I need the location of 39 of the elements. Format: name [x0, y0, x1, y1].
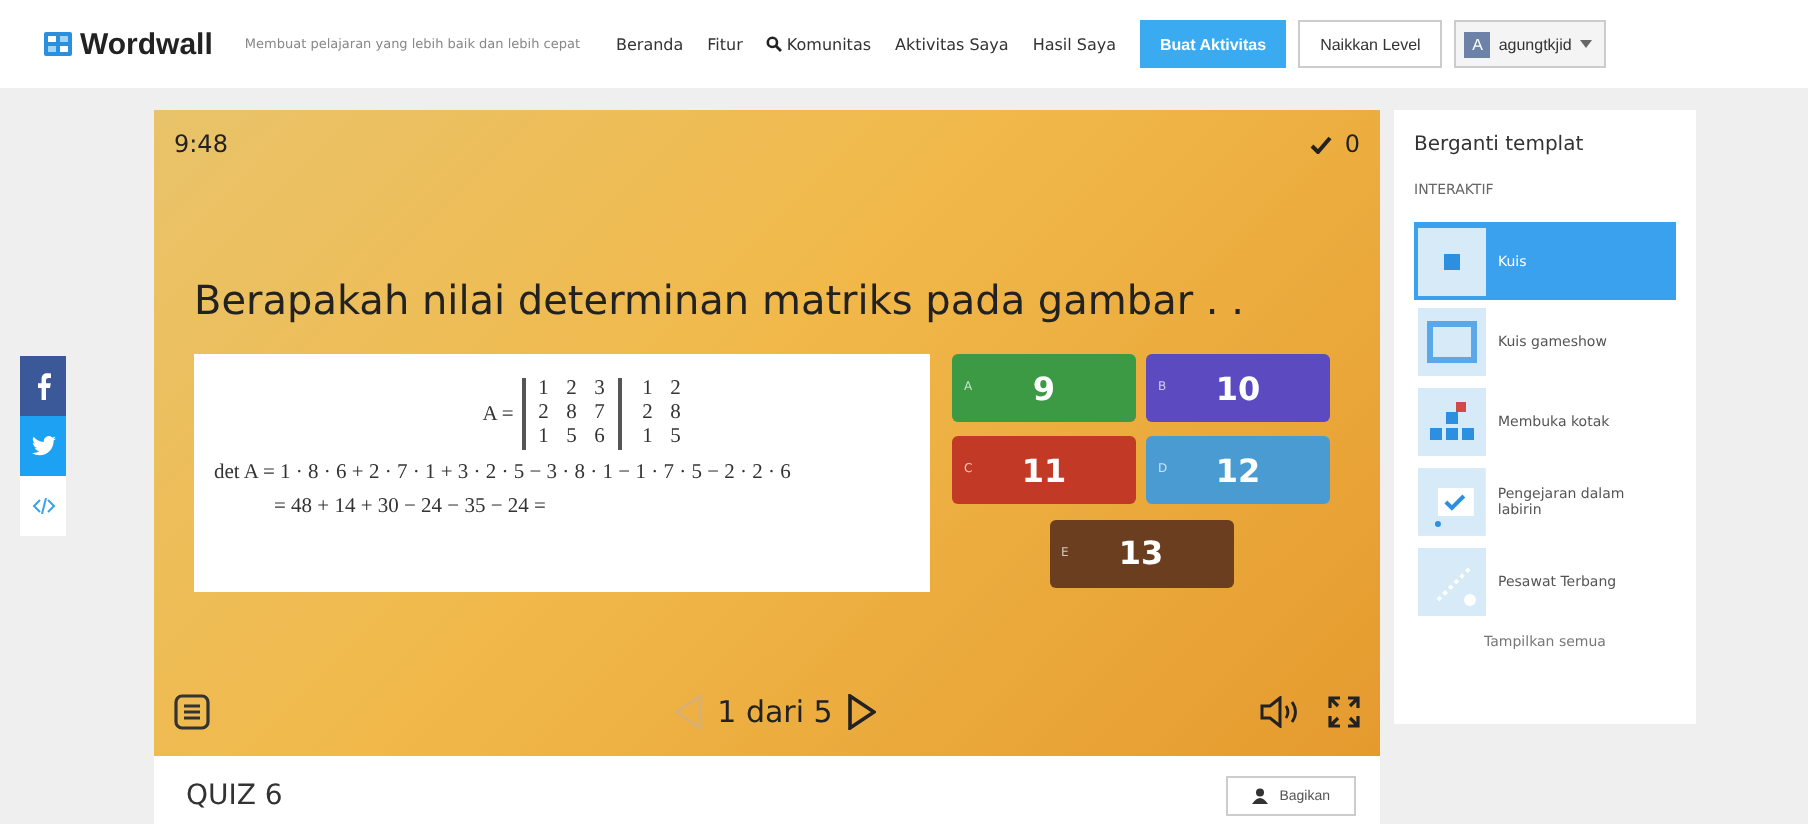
score: 0 [1310, 130, 1360, 158]
next-icon[interactable] [848, 694, 877, 730]
matrix: 1 2 3 2 8 7 1 5 6 [521, 378, 622, 450]
logo-icon [44, 32, 72, 56]
template-icon [1418, 387, 1486, 455]
timer: 9:48 [174, 130, 228, 158]
menu-icon[interactable] [174, 694, 210, 730]
user-menu-button[interactable]: A agungtkjid [1454, 20, 1606, 68]
matrix-label: A = [482, 403, 514, 425]
sound-icon[interactable] [1259, 696, 1300, 728]
fullscreen-icon[interactable] [1327, 696, 1360, 728]
template-icon [1418, 227, 1486, 295]
search-icon [766, 36, 783, 52]
upgrade-button[interactable]: Naikkan Level [1298, 20, 1443, 68]
panel-title: Berganti templat [1414, 134, 1586, 156]
nav-link[interactable]: Komunitas [766, 35, 872, 53]
user-avatar: A [1464, 31, 1491, 57]
page-indicator: 1 dari 5 [717, 694, 833, 730]
nav-link[interactable]: Beranda [616, 35, 684, 53]
question-text: Berapakah nilai determinan matriks pada gambar . . [194, 274, 1244, 326]
person-icon [1251, 788, 1268, 804]
template-icon [1418, 547, 1486, 615]
matrix-extension: 1 2 2 8 1 5 [640, 378, 683, 450]
determinant-formula: det A = 1 · 8 · 6 + 2 · 7 · 1 + 3 · 2 · 5 − 3 · 8 · 1 − 1 · 7 · 5 − 2 · 2 · 6 [214, 462, 793, 484]
nav-link[interactable]: Aktivitas Saya [895, 35, 1009, 53]
template-icon [1418, 467, 1486, 535]
nav-link[interactable]: Hasil Saya [1032, 35, 1117, 53]
code-icon [31, 498, 55, 514]
facebook-icon [35, 372, 51, 400]
facebook-share-button[interactable] [20, 356, 66, 416]
logo-text[interactable]: Wordwall [80, 27, 213, 61]
caret-icon [1579, 40, 1592, 48]
template-icon [1418, 307, 1486, 375]
twitter-share-button[interactable] [20, 416, 66, 476]
determinant-sum: = 48 + 14 + 30 − 24 − 35 − 24 = [274, 496, 548, 518]
quiz-title: QUIZ 6 [186, 780, 283, 812]
check-icon [1310, 135, 1333, 153]
twitter-bird-icon [31, 436, 55, 456]
nav-link[interactable]: Fitur [707, 35, 743, 53]
